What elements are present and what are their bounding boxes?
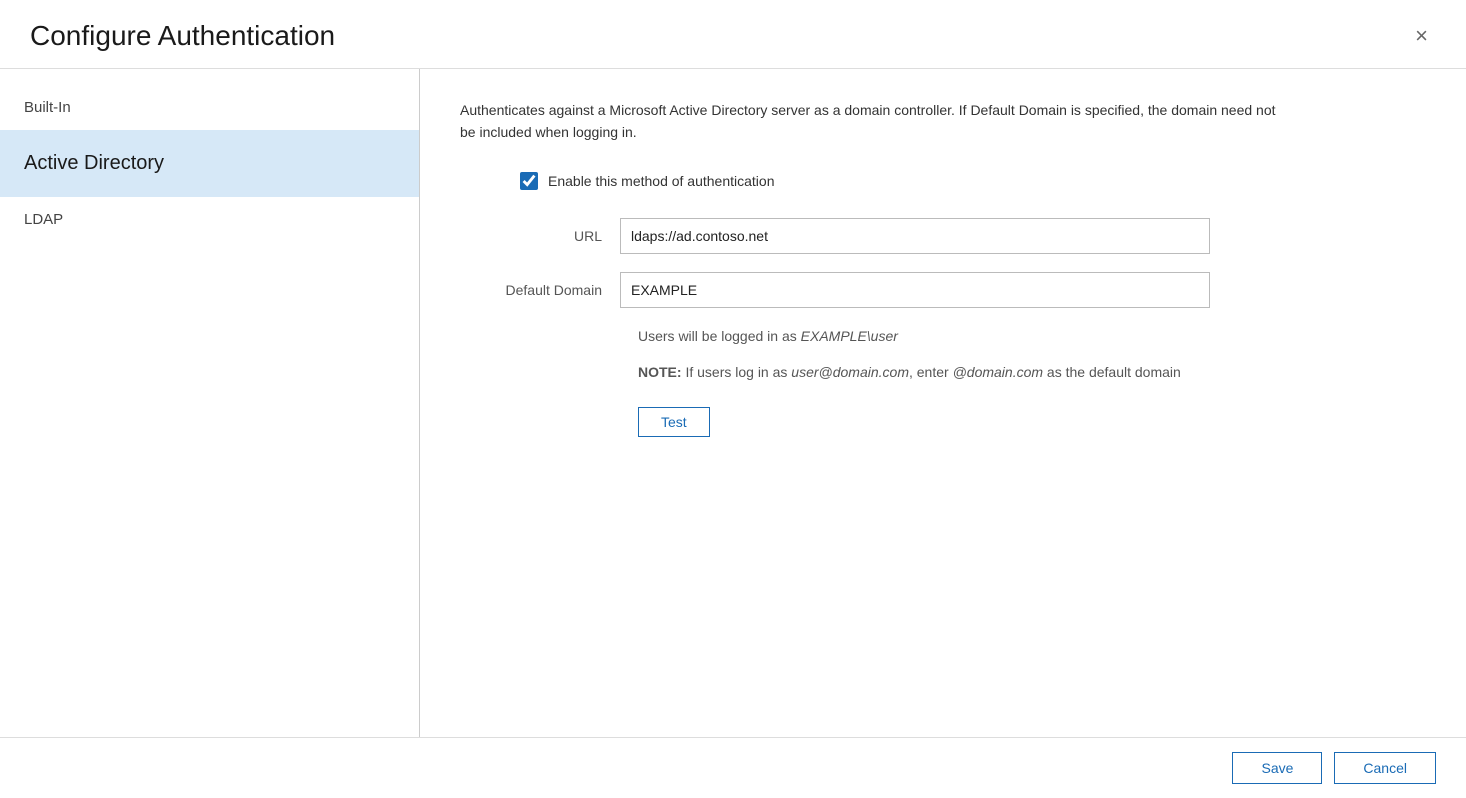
helper-section: Users will be logged in as EXAMPLE\user … — [638, 326, 1426, 383]
description-text: Authenticates against a Microsoft Active… — [460, 99, 1280, 144]
url-label: URL — [460, 228, 620, 244]
default-domain-label: Default Domain — [460, 282, 620, 298]
dialog-header: Configure Authentication × — [0, 0, 1466, 69]
dialog-title: Configure Authentication — [30, 20, 335, 52]
default-domain-input[interactable] — [620, 272, 1210, 308]
url-input[interactable] — [620, 218, 1210, 254]
default-domain-row: Default Domain — [460, 272, 1426, 308]
enable-row: Enable this method of authentication — [520, 172, 1426, 190]
test-button[interactable]: Test — [638, 407, 710, 437]
close-button[interactable]: × — [1407, 21, 1436, 51]
sidebar-item-built-in[interactable]: Built-In — [0, 85, 419, 130]
dialog-body: Built-In Active Directory LDAP Authentic… — [0, 69, 1466, 737]
sidebar: Built-In Active Directory LDAP — [0, 69, 420, 737]
helper-text: Users will be logged in as EXAMPLE\user — [638, 326, 1426, 347]
save-button[interactable]: Save — [1232, 752, 1322, 784]
helper-note: NOTE: If users log in as user@domain.com… — [638, 361, 1258, 383]
sidebar-item-ldap[interactable]: LDAP — [0, 197, 419, 242]
enable-checkbox[interactable] — [520, 172, 538, 190]
url-row: URL — [460, 218, 1426, 254]
enable-checkbox-label[interactable]: Enable this method of authentication — [548, 173, 775, 189]
dialog-footer: Save Cancel — [0, 737, 1466, 798]
cancel-button[interactable]: Cancel — [1334, 752, 1436, 784]
configure-authentication-dialog: Configure Authentication × Built-In Acti… — [0, 0, 1466, 798]
sidebar-item-active-directory[interactable]: Active Directory — [0, 130, 419, 197]
content-area: Authenticates against a Microsoft Active… — [420, 69, 1466, 737]
